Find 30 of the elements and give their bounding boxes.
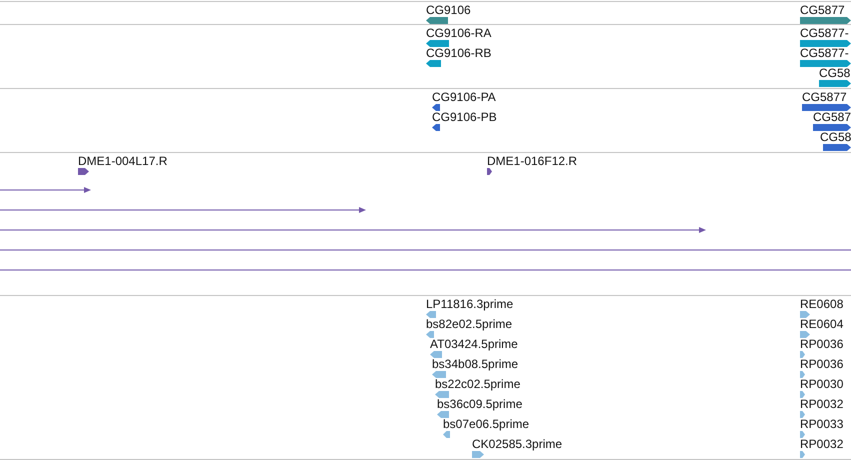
feature-label: CG58 xyxy=(819,67,850,80)
feature-label: bs82e02.5prime xyxy=(426,318,512,331)
feature-label: bs07e06.5prime xyxy=(443,418,530,431)
feature-label: CK02585.3prime xyxy=(472,438,562,451)
feature-label: CG5877 xyxy=(800,4,845,17)
feature-label: RP0030 xyxy=(800,378,844,391)
feature-label: RE0604 xyxy=(800,318,844,331)
feature-label: RP0036 xyxy=(800,338,844,351)
feature-label: LP11816.3prime xyxy=(426,298,514,311)
feature-label: bs22c02.5prime xyxy=(435,378,520,391)
feature-label: CG9106-RB xyxy=(426,47,492,60)
feature-label: CG5877- xyxy=(800,27,849,40)
feature-label: AT03424.5prime xyxy=(430,338,518,351)
feature-label: CG9106-PB xyxy=(432,111,497,124)
feature-label: DME1-016F12.R xyxy=(487,155,578,168)
feature-label: CG587 xyxy=(813,111,851,124)
feature-label: bs34b08.5prime xyxy=(432,358,518,371)
feature-label: RP0036 xyxy=(800,358,844,371)
feature-label: RP0032 xyxy=(800,438,844,451)
feature-label: CG5877 xyxy=(802,91,847,104)
feature-label: CG5877- xyxy=(800,47,849,60)
feature-label: CG58 xyxy=(820,131,851,144)
feature-label: CG9106-RA xyxy=(426,27,492,40)
feature-label: RP0032 xyxy=(800,398,844,411)
feature-label: CG9106 xyxy=(426,4,471,17)
feature-label: DME1-004L17.R xyxy=(78,155,168,168)
feature-label: RP0033 xyxy=(800,418,844,431)
feature-label: CG9106-PA xyxy=(432,91,496,104)
feature-label: bs36c09.5prime xyxy=(437,398,522,411)
feature-label: RE0608 xyxy=(800,298,844,311)
